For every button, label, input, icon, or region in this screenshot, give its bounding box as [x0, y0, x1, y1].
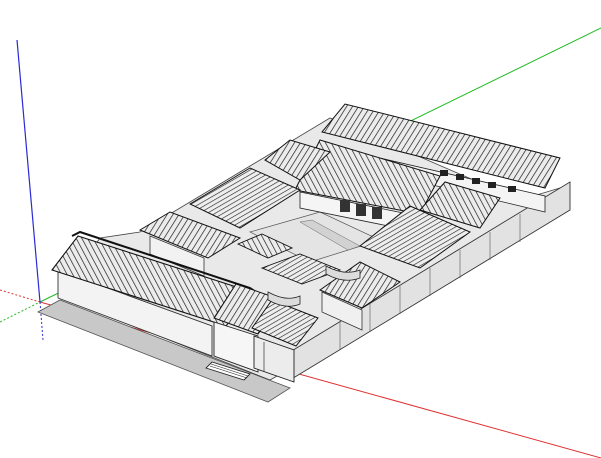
siheyuan-model[interactable] — [37, 103, 571, 403]
red-axis-negative — [0, 289, 41, 303]
scene-canvas[interactable] — [0, 0, 601, 458]
green-axis-negative — [0, 301, 41, 323]
blue-axis-negative — [39, 301, 44, 341]
blue-axis — [16, 39, 41, 303]
modeling-viewport[interactable] — [0, 0, 601, 458]
